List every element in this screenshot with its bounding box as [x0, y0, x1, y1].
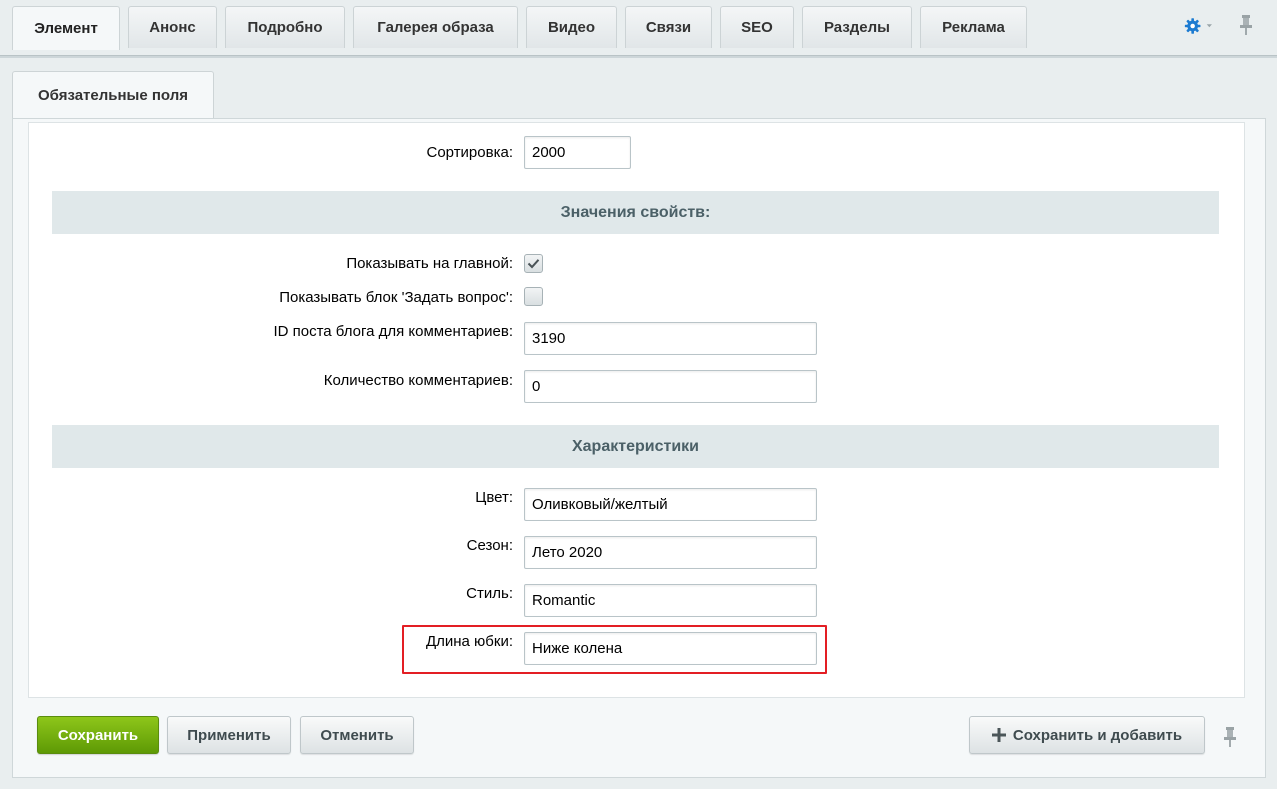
tab-announce[interactable]: Анонс [128, 6, 217, 48]
gear-icon [1184, 18, 1201, 34]
properties-section-header: Значения свойств: [52, 191, 1219, 234]
settings-menu[interactable] [1184, 16, 1214, 36]
show-on-main-label: Показывать на главной: [346, 255, 513, 272]
subtab-required-fields[interactable]: Обязательные поля [12, 71, 214, 119]
tabs-divider [0, 55, 1277, 58]
season-input[interactable]: Лето 2020 [524, 536, 817, 569]
cancel-button[interactable]: Отменить [300, 716, 414, 754]
show-question-block-label: Показывать блок 'Задать вопрос': [279, 289, 513, 306]
style-input[interactable]: Romantic [524, 584, 817, 617]
tab-links[interactable]: Связи [625, 6, 712, 48]
chevron-down-icon [1207, 24, 1213, 28]
sort-label: Сортировка: [426, 144, 514, 161]
save-button[interactable]: Сохранить [37, 716, 159, 754]
checkmark-icon [527, 259, 540, 269]
show-on-main-checkbox[interactable] [524, 254, 543, 273]
color-input[interactable]: Оливковый/желтый [524, 488, 817, 521]
blog-post-id-label: ID поста блога для комментариев: [273, 323, 513, 340]
color-label: Цвет: [475, 489, 513, 506]
season-label: Сезон: [466, 537, 513, 554]
save-and-add-button[interactable]: Сохранить и добавить [969, 716, 1205, 754]
tab-seo[interactable]: SEO [720, 6, 794, 48]
show-question-block-checkbox[interactable] [524, 287, 543, 306]
tab-video[interactable]: Видео [526, 6, 617, 48]
highlight-box [402, 625, 827, 674]
comments-count-input[interactable]: 0 [524, 370, 817, 403]
pin-icon[interactable] [1222, 726, 1238, 748]
style-label: Стиль: [466, 585, 513, 602]
tab-sections[interactable]: Разделы [802, 6, 912, 48]
plus-icon [991, 728, 1006, 742]
pin-icon[interactable] [1238, 14, 1254, 36]
comments-count-label: Количество комментариев: [323, 372, 513, 389]
tab-gallery[interactable]: Галерея образа [353, 6, 518, 48]
characteristics-section-header: Характеристики [52, 425, 1219, 468]
apply-button[interactable]: Применить [167, 716, 291, 754]
tab-ads[interactable]: Реклама [920, 6, 1027, 48]
save-and-add-label: Сохранить и добавить [1012, 726, 1183, 744]
sort-input[interactable]: 2000 [524, 136, 631, 169]
blog-post-id-input[interactable]: 3190 [524, 322, 817, 355]
tab-details[interactable]: Подробно [225, 6, 345, 48]
tab-element[interactable]: Элемент [12, 6, 120, 50]
